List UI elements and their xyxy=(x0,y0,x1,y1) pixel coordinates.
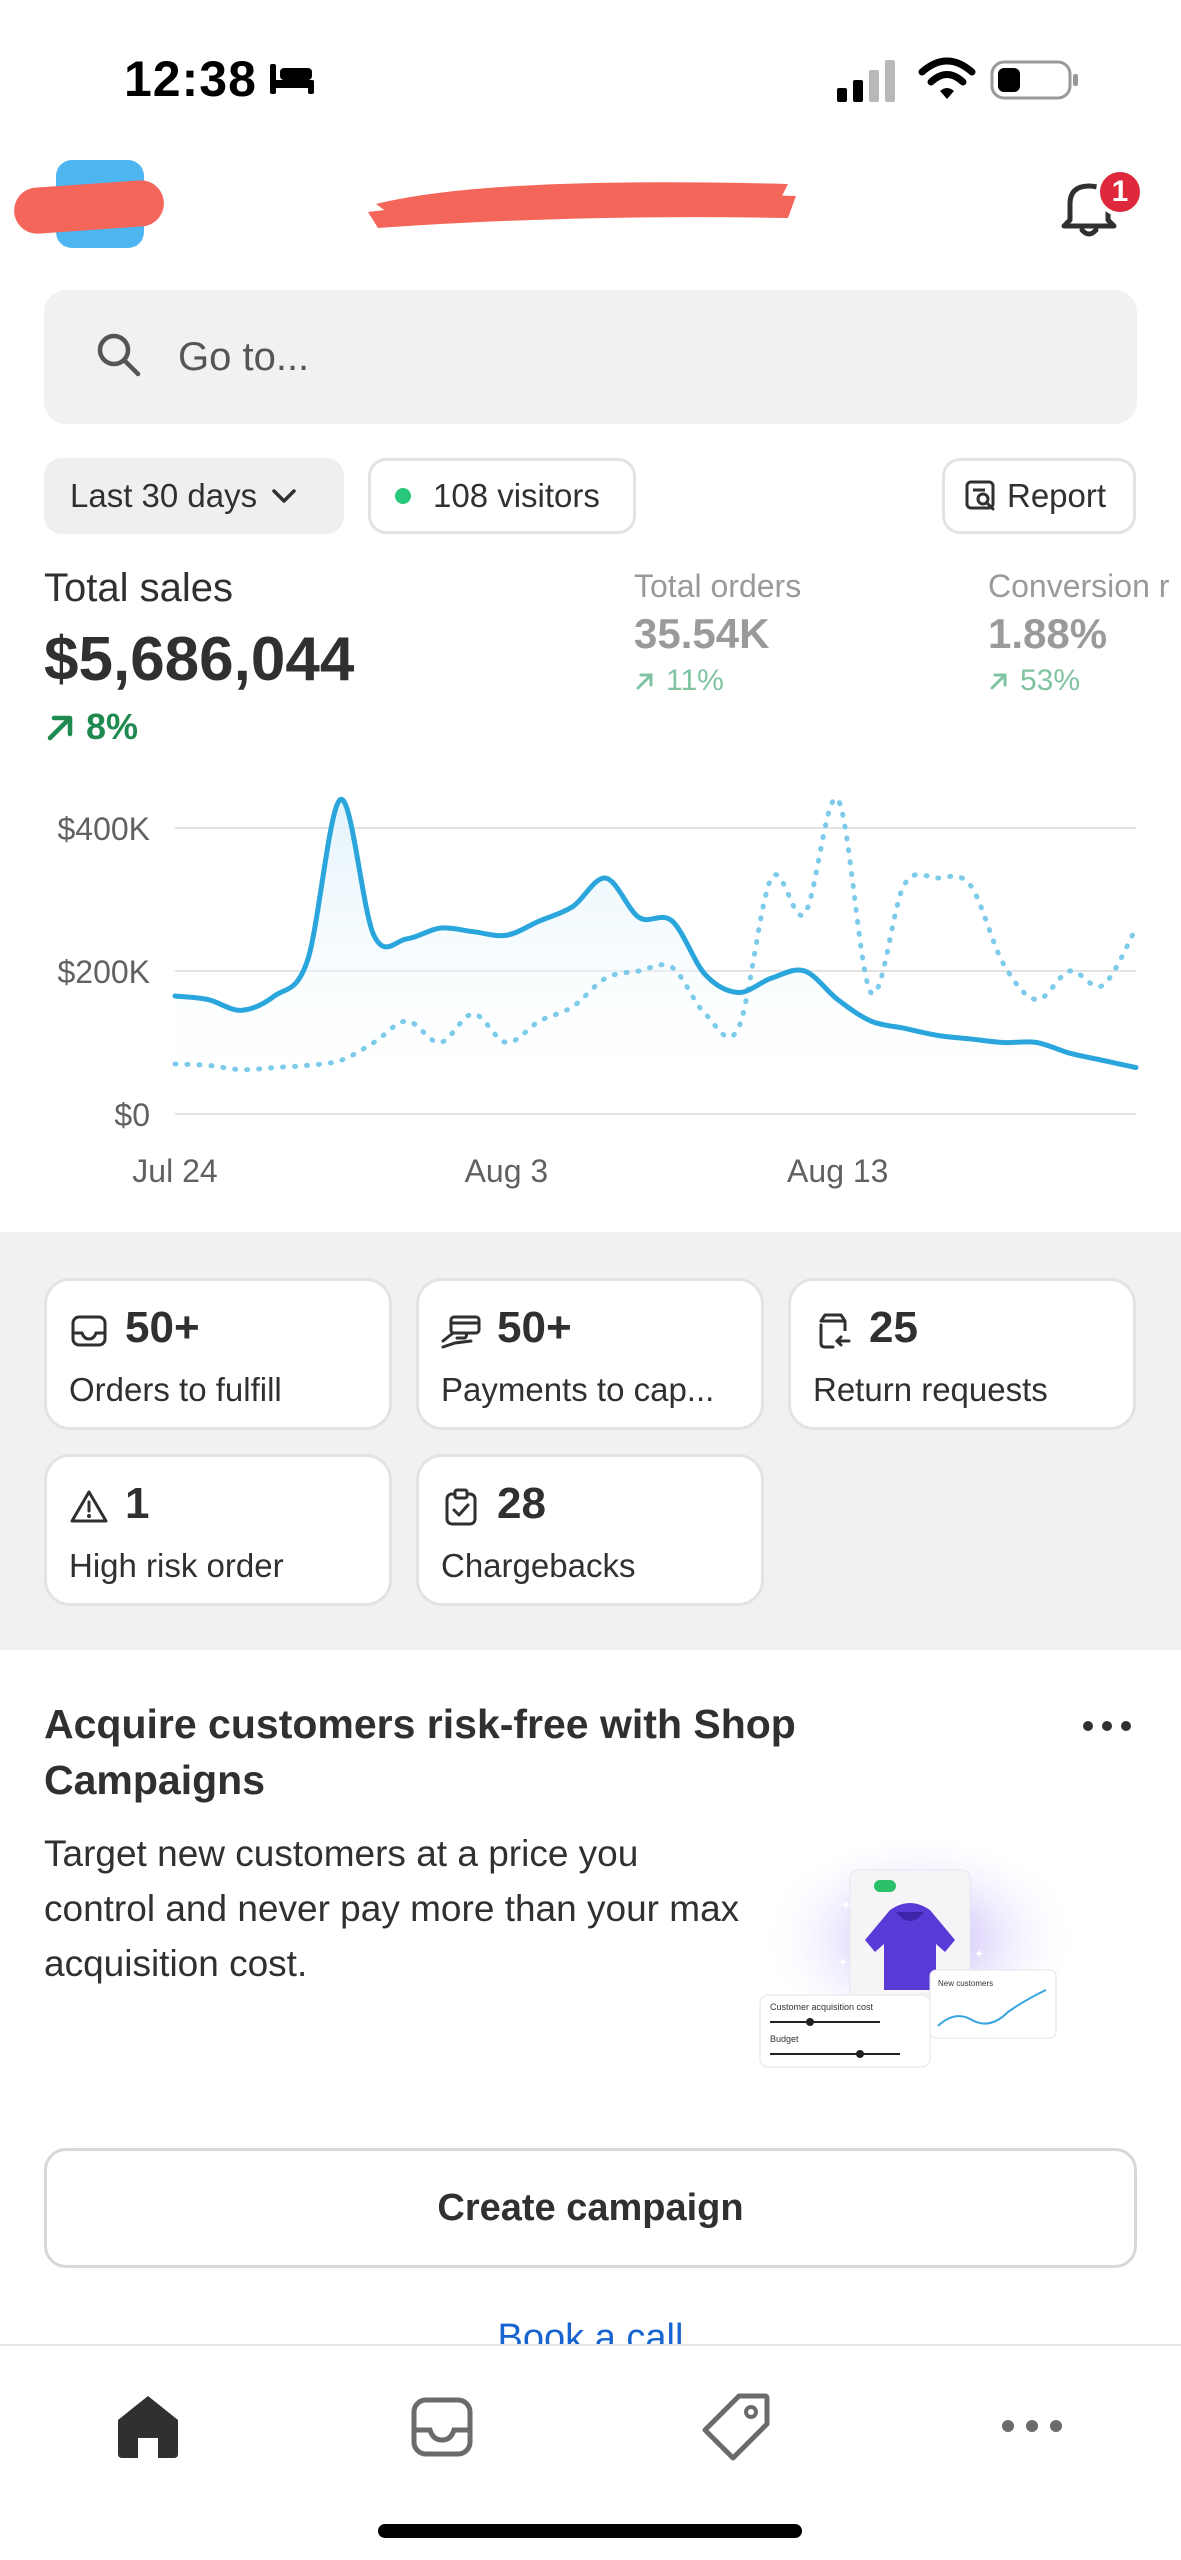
report-label: Report xyxy=(1007,477,1107,514)
cellular-signal-icon xyxy=(837,60,895,102)
task-card-payments-to-capture[interactable]: 50+ Payments to cap... xyxy=(416,1278,764,1430)
total-orders-change-value: 11% xyxy=(666,664,724,697)
task-card-high-risk-order[interactable]: 1 High risk order xyxy=(44,1454,392,1606)
wifi-icon xyxy=(918,57,976,99)
redacted-store-name[interactable] xyxy=(368,170,798,232)
home-indicator xyxy=(378,2524,802,2538)
promo-illustration: Customer acquisition cost Budget New cus… xyxy=(759,1840,1080,2068)
date-range-label: Last 30 days xyxy=(70,477,258,514)
task-count: 50+ xyxy=(497,1303,572,1352)
inbox-icon xyxy=(71,1315,107,1347)
x-tick-label: Jul 24 xyxy=(132,1153,217,1189)
book-a-call-link[interactable]: Book a call xyxy=(0,2310,1181,2346)
sales-chart[interactable]: $400K $200K $0 Jul 24 Aug 3 Aug 13 xyxy=(0,780,1181,1200)
task-label: High risk order xyxy=(69,1547,284,1584)
total-sales-value: $5,686,044 xyxy=(44,625,355,694)
create-campaign-button[interactable]: Create campaign xyxy=(44,2148,1137,2268)
alert-triangle-icon xyxy=(70,1490,108,1523)
live-dot-icon xyxy=(395,488,411,504)
search-input[interactable] xyxy=(178,320,1078,394)
conversion-change: 53% xyxy=(988,664,1080,698)
sleep-focus-icon xyxy=(270,64,314,94)
y-tick-label: $400K xyxy=(57,811,150,847)
status-bar: 12:38 xyxy=(0,0,1181,150)
art-label-cac: Customer acquisition cost xyxy=(770,2002,874,2012)
nav-products-tag-icon[interactable] xyxy=(697,2386,777,2466)
task-count: 25 xyxy=(869,1303,918,1352)
total-sales-change: 8% xyxy=(44,706,138,748)
task-label: Payments to cap... xyxy=(441,1371,715,1408)
conversion-value: 1.88% xyxy=(988,610,1108,657)
total-orders-change: 11% xyxy=(634,664,724,698)
conversion-change-value: 53% xyxy=(1020,664,1081,697)
art-label-new-customers: New customers xyxy=(938,1979,993,1988)
trend-up-arrow-icon xyxy=(990,673,1007,690)
notification-badge: 1 xyxy=(1096,168,1144,216)
task-count: 1 xyxy=(125,1479,150,1528)
conversion-label: Conversion r xyxy=(988,568,1170,604)
promo-title: Acquire customers risk-free with Shop Ca… xyxy=(44,1701,796,1803)
task-label: Orders to fulfill xyxy=(69,1371,282,1408)
total-sales-label: Total sales xyxy=(44,566,233,610)
nav-more-icon[interactable] xyxy=(992,2386,1072,2466)
task-count: 50+ xyxy=(125,1303,200,1352)
report-search-icon xyxy=(965,480,995,511)
task-label: Chargebacks xyxy=(441,1547,636,1584)
chevron-down-icon xyxy=(272,489,296,503)
total-sales-change-value: 8% xyxy=(86,706,139,747)
total-orders-value: 35.54K xyxy=(634,610,770,657)
trend-up-arrow-icon xyxy=(47,715,73,741)
task-card-chargebacks[interactable]: 28 Chargebacks xyxy=(416,1454,764,1606)
nav-orders-inbox-icon[interactable] xyxy=(402,2386,482,2466)
y-tick-label: $0 xyxy=(114,1097,150,1133)
x-tick-label: Aug 13 xyxy=(787,1153,888,1189)
nav-home-icon[interactable] xyxy=(108,2386,188,2466)
battery-icon xyxy=(990,60,1078,100)
visitors-label: 108 visitors xyxy=(433,477,600,514)
search-box[interactable] xyxy=(44,290,1137,424)
sparkle-icon: ✦ xyxy=(840,1897,852,1913)
y-tick-label: $200K xyxy=(57,954,150,990)
task-label: Return requests xyxy=(813,1371,1048,1408)
status-time: 12:38 xyxy=(124,51,257,107)
promo-body: Target new customers at a price you cont… xyxy=(44,1833,740,1984)
date-range-select[interactable]: Last 30 days xyxy=(44,458,344,534)
return-icon xyxy=(819,1313,851,1349)
sparkle-icon: ✦ xyxy=(838,1955,848,1969)
trend-up-arrow-icon xyxy=(636,673,653,690)
report-button[interactable]: Report xyxy=(942,458,1136,534)
task-card-orders-to-fulfill[interactable]: 50+ Orders to fulfill xyxy=(44,1278,392,1430)
task-card-return-requests[interactable]: 25 Return requests xyxy=(788,1278,1136,1430)
clipboard-check-icon xyxy=(445,1488,477,1526)
task-count: 28 xyxy=(497,1479,546,1528)
total-orders-label: Total orders xyxy=(634,568,802,604)
task-cards-section: 50+ Orders to fulfill 50+ Payments to ca… xyxy=(0,1232,1181,1650)
payment-hand-icon xyxy=(441,1315,481,1349)
sparkle-icon: ✦ xyxy=(974,1947,984,1961)
search-icon xyxy=(97,333,141,377)
art-label-budget: Budget xyxy=(770,2034,799,2044)
live-visitors-button[interactable]: 108 visitors xyxy=(368,458,636,534)
more-options-icon[interactable] xyxy=(1082,1716,1132,1736)
x-tick-label: Aug 3 xyxy=(465,1153,549,1189)
